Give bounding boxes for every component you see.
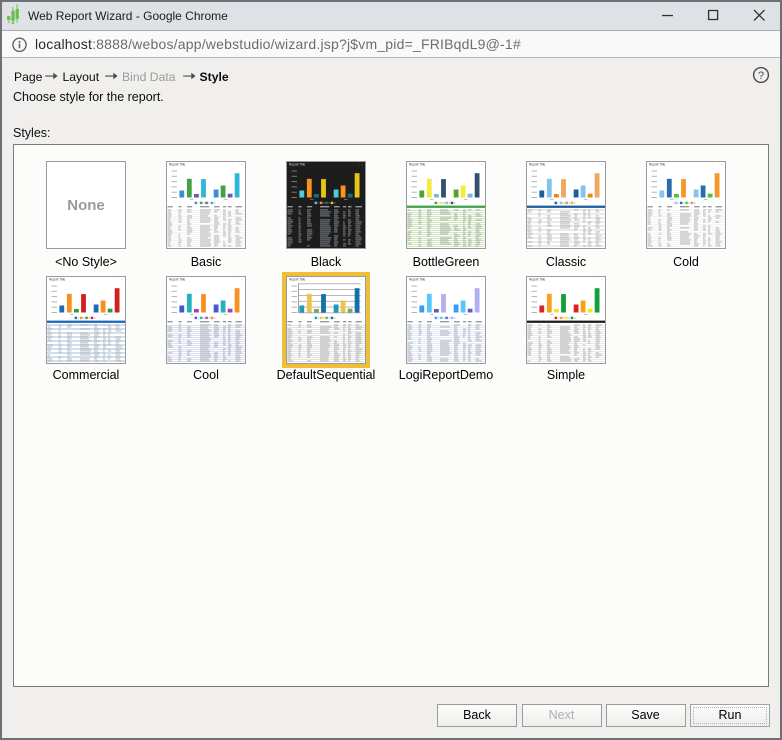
- svg-text:Report Title: Report Title: [169, 163, 186, 167]
- svg-text:Report Title: Report Title: [289, 163, 306, 167]
- svg-text:Report Title: Report Title: [409, 278, 426, 282]
- svg-text:Report Title: Report Title: [169, 278, 186, 282]
- svg-text:?: ?: [758, 70, 764, 82]
- svg-text:Report Title: Report Title: [649, 163, 666, 167]
- svg-text:Report Title: Report Title: [289, 278, 306, 282]
- svg-text:Report Title: Report Title: [409, 163, 426, 167]
- svg-text:Report Title: Report Title: [529, 278, 546, 282]
- svg-text:Report Title: Report Title: [49, 278, 66, 282]
- svg-text:None: None: [67, 197, 105, 214]
- svg-text:Report Title: Report Title: [529, 163, 546, 167]
